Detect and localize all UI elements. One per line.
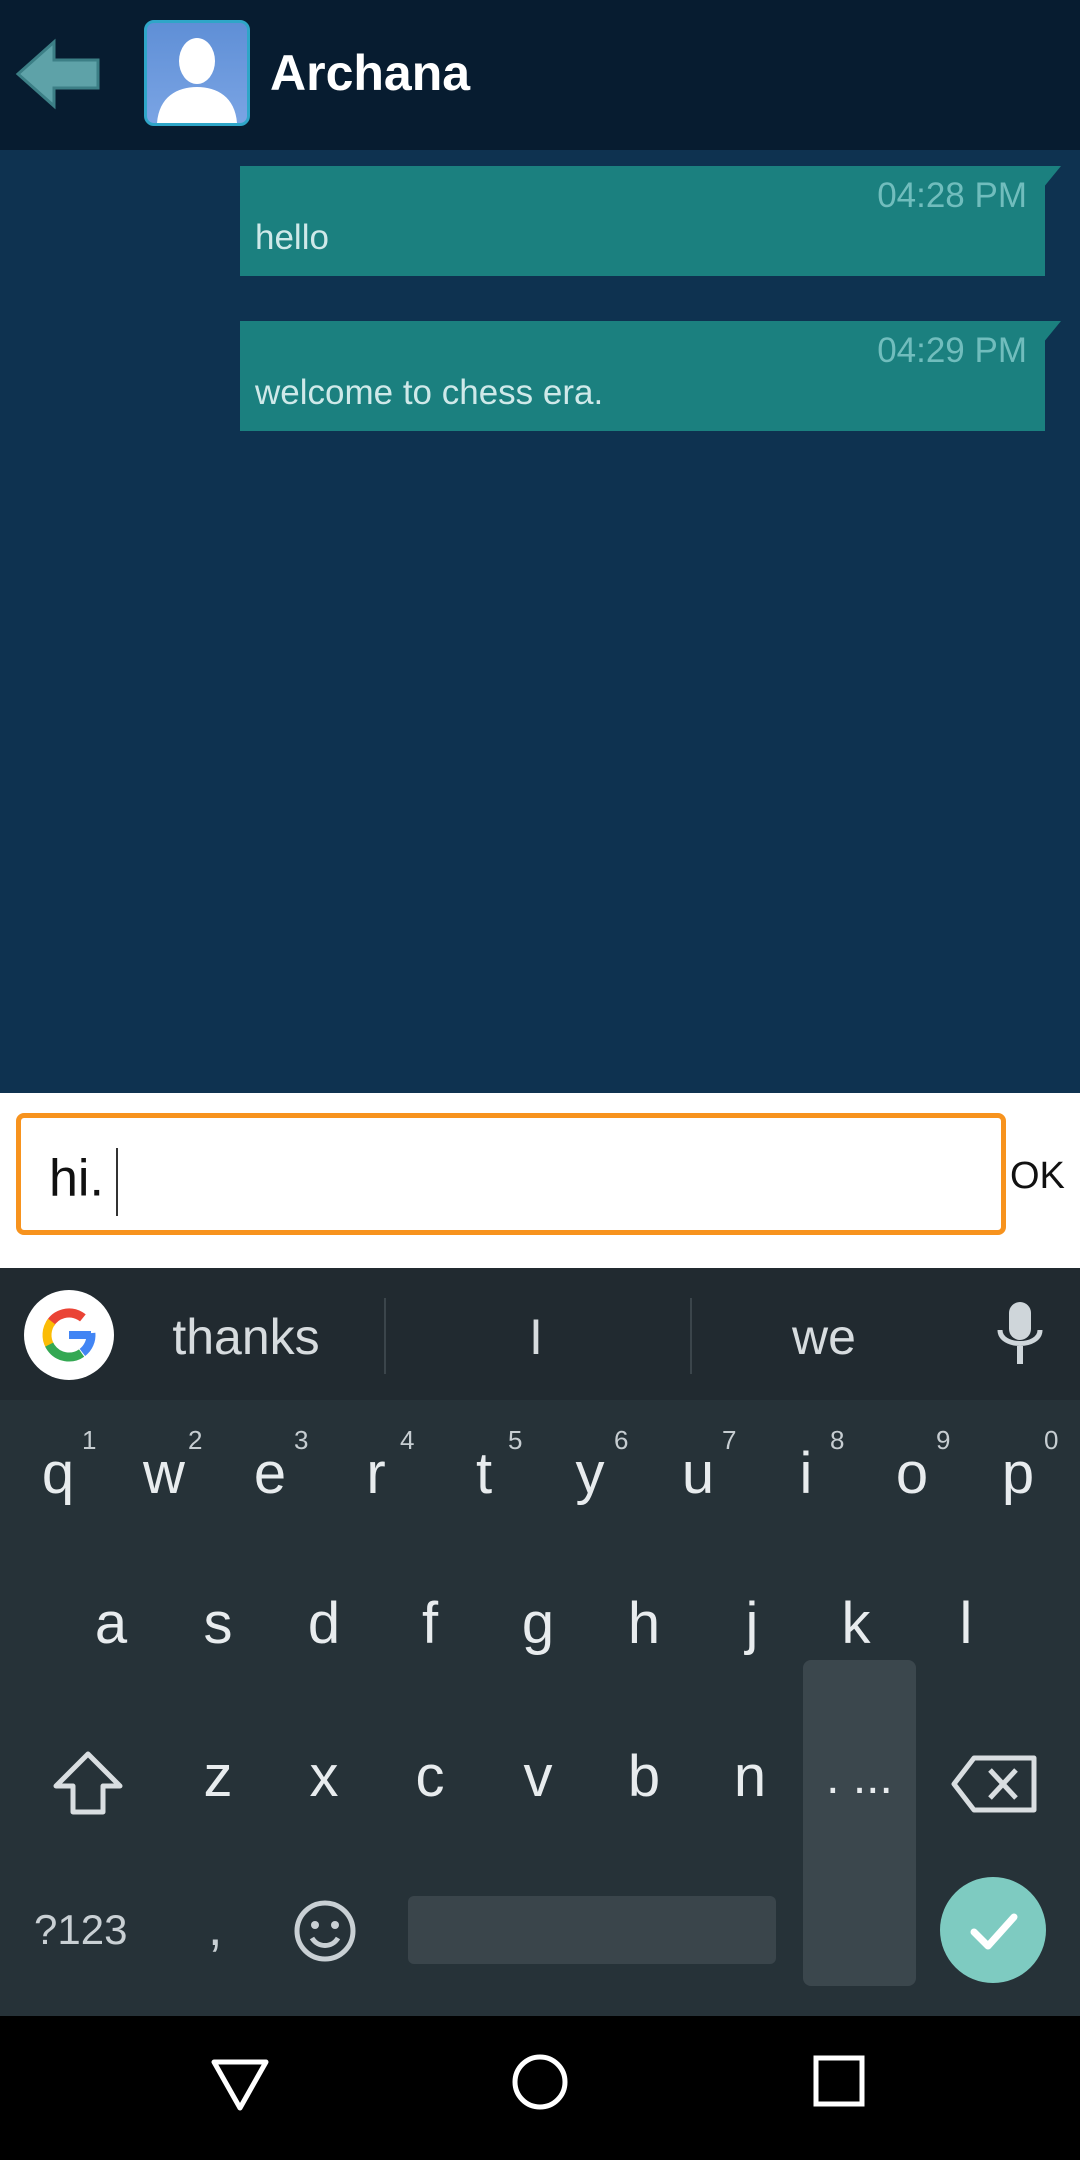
backspace-icon (951, 1755, 1037, 1813)
nav-home-icon (512, 2054, 568, 2110)
key-hint: 0 (1044, 1425, 1059, 1455)
message-text: hello (255, 218, 329, 257)
nav-back-button[interactable] (210, 2054, 270, 2114)
message-text: welcome to chess era. (255, 373, 604, 412)
comma-key[interactable]: , (208, 1898, 222, 1958)
contact-avatar[interactable] (144, 20, 250, 126)
key-f[interactable]: f (380, 1590, 480, 1657)
back-button[interactable] (14, 36, 104, 112)
chat-header: Archana (0, 0, 1080, 150)
suggestion-divider (384, 1298, 386, 1374)
key-s[interactable]: s (168, 1590, 268, 1657)
text-caret (115, 1148, 118, 1216)
send-button[interactable]: OK (1010, 1155, 1065, 1198)
emoji-icon (294, 1900, 356, 1962)
back-arrow-icon (15, 38, 100, 110)
google-icon (42, 1308, 96, 1362)
nav-recents-button[interactable] (812, 2054, 866, 2108)
system-nav-bar (0, 2016, 1080, 2160)
check-icon (970, 1913, 1018, 1950)
key-k[interactable]: k (806, 1590, 906, 1657)
key-hint: 1 (82, 1425, 97, 1455)
composer-bar: hi. OK (0, 1093, 1080, 1268)
key-hint: 4 (400, 1425, 415, 1455)
key-x[interactable]: x (274, 1743, 374, 1810)
message-bubble[interactable]: 04:28 PM hello (240, 166, 1061, 276)
enter-key[interactable] (940, 1877, 1046, 1983)
key-d[interactable]: d (274, 1590, 374, 1657)
symbols-key[interactable]: ?123 (34, 1906, 127, 1954)
contact-name[interactable]: Archana (270, 44, 470, 102)
period-popup-label: . ... (826, 1751, 893, 1804)
shift-key[interactable] (48, 1748, 128, 1818)
key-hint: 6 (614, 1425, 629, 1455)
chat-thread[interactable]: 04:28 PM hello 04:29 PM welcome to chess… (0, 150, 1080, 1093)
key-c[interactable]: c (380, 1743, 480, 1810)
key-n[interactable]: n (700, 1743, 800, 1810)
google-button[interactable] (24, 1290, 114, 1380)
message-time: 04:29 PM (877, 331, 1027, 370)
message-time: 04:28 PM (877, 176, 1027, 215)
message-bubble[interactable]: 04:29 PM welcome to chess era. (240, 321, 1061, 431)
key-hint: 5 (508, 1425, 523, 1455)
key-b[interactable]: b (594, 1743, 694, 1810)
key-hint: 7 (722, 1425, 737, 1455)
key-v[interactable]: v (488, 1743, 588, 1810)
key-j[interactable]: j (702, 1590, 802, 1657)
suggestion-thanks[interactable]: thanks (106, 1308, 386, 1366)
voice-input-button[interactable] (990, 1298, 1050, 1372)
user-silhouette-icon (157, 38, 237, 123)
shift-icon (53, 1751, 123, 1815)
period-key-popup[interactable]: . ... (803, 1660, 916, 1986)
mic-icon (997, 1302, 1043, 1364)
suggestion-strip: thanks I we (0, 1268, 1080, 1400)
emoji-key[interactable] (292, 1898, 358, 1964)
key-hint: 8 (830, 1425, 845, 1455)
key-h[interactable]: h (594, 1590, 694, 1657)
key-hint: 2 (188, 1425, 203, 1455)
suggestion-we[interactable]: we (684, 1308, 964, 1366)
key-a[interactable]: a (61, 1590, 161, 1657)
key-hint: 9 (936, 1425, 951, 1455)
message-input[interactable]: hi. (16, 1113, 1006, 1235)
suggestion-i[interactable]: I (396, 1308, 676, 1366)
key-hint: 3 (294, 1425, 309, 1455)
nav-recents-icon (813, 2055, 865, 2107)
backspace-key[interactable] (950, 1752, 1040, 1816)
message-input-value: hi. (49, 1149, 104, 1208)
nav-back-icon (211, 2059, 269, 2111)
space-key[interactable] (408, 1896, 776, 1964)
key-l[interactable]: l (916, 1590, 1016, 1657)
key-z[interactable]: z (168, 1743, 268, 1810)
nav-home-button[interactable] (510, 2052, 570, 2112)
key-g[interactable]: g (488, 1590, 588, 1657)
